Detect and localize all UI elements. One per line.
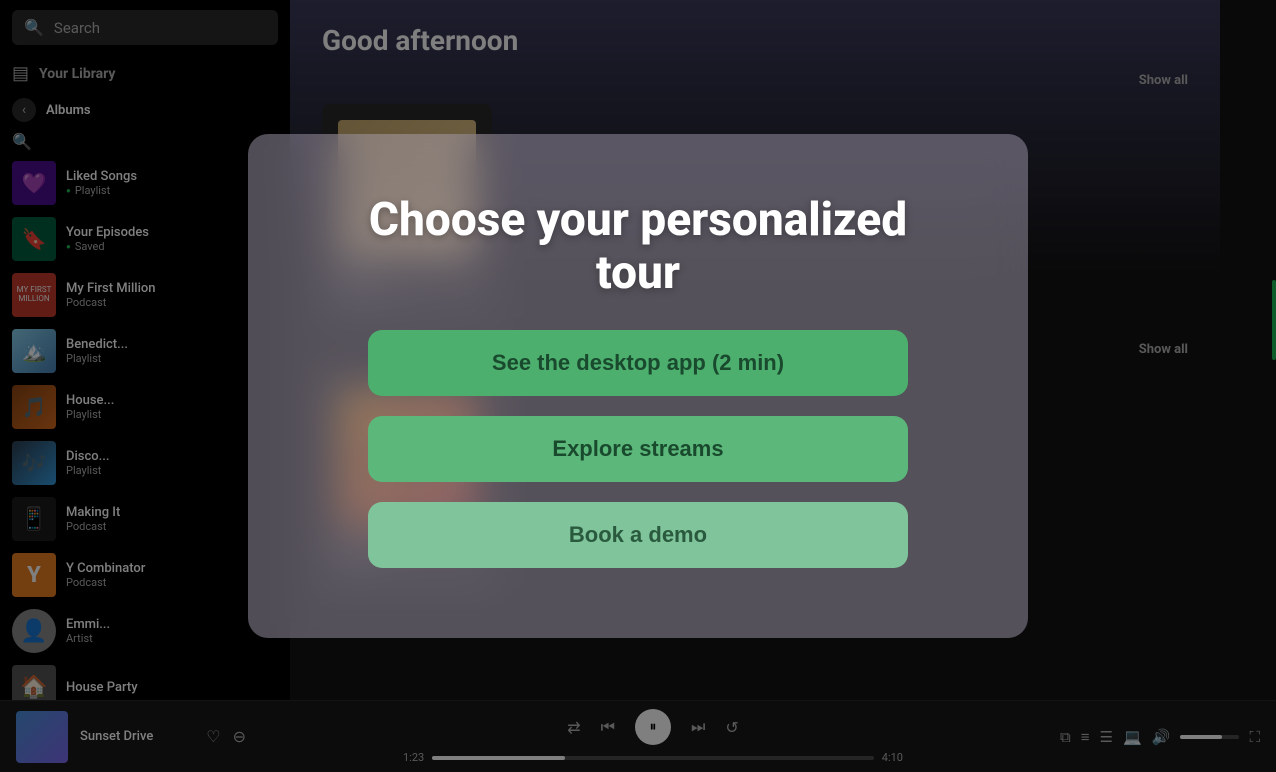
book-demo-button[interactable]: Book a demo <box>368 502 908 568</box>
modal-title: Choose your personalized tour <box>328 194 948 300</box>
modal-overlay: Choose your personalized tour See the de… <box>0 0 1276 772</box>
explore-streams-button[interactable]: Explore streams <box>368 416 908 482</box>
modal-dialog: Choose your personalized tour See the de… <box>248 134 1028 638</box>
desktop-app-button[interactable]: See the desktop app (2 min) <box>368 330 908 396</box>
app-container: 🔍 Search ▤ Your Library ‹ Albums 🔍 💜 Lik… <box>0 0 1276 772</box>
